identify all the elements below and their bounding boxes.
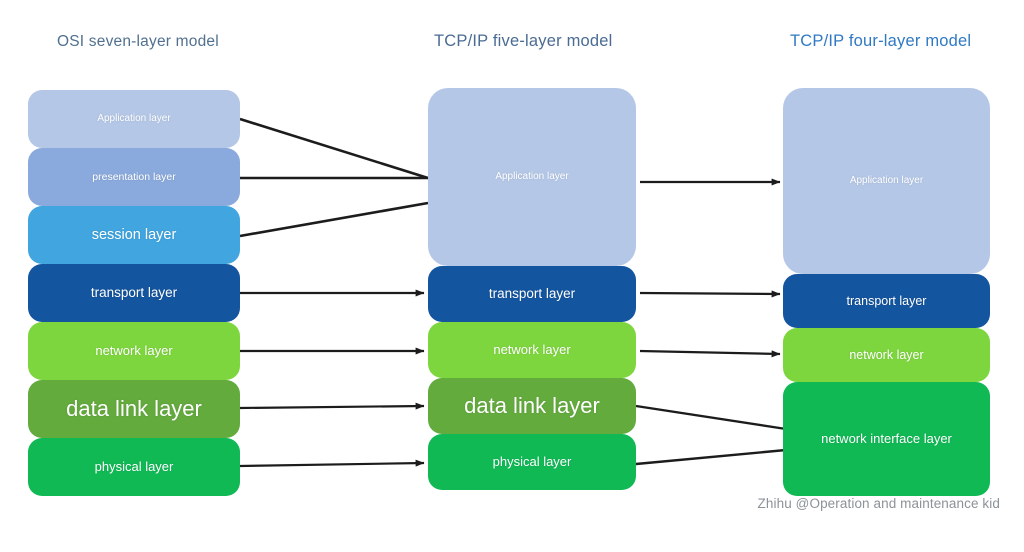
four-layer-network-interface[interactable]: network interface layer <box>783 382 990 496</box>
connector-five-transport-to-four-transport <box>639 290 781 298</box>
osi-layer-network[interactable]: network layer <box>28 322 240 380</box>
four-layer-transport[interactable]: transport layer <box>783 274 990 328</box>
column-title-tcpip-four: TCP/IP four-layer model <box>790 32 972 50</box>
connector-osi-application-to-five-application <box>239 117 429 180</box>
layer-label: network layer <box>95 342 173 358</box>
osi-layer-data-link[interactable]: data link layer <box>28 380 240 438</box>
layer-label: transport layer <box>90 285 178 301</box>
osi-layer-transport[interactable]: transport layer <box>28 264 240 322</box>
watermark-credit: Zhihu @Operation and maintenance kid <box>757 496 1000 511</box>
osi-layer-physical[interactable]: physical layer <box>28 438 240 496</box>
layer-label: physical layer <box>492 453 572 469</box>
layer-label: network interface layer <box>821 430 952 446</box>
connector-five-datalink-to-four-network-interface <box>635 404 787 431</box>
connector-osi-physical-to-five-physical <box>239 459 425 468</box>
column-title-osi: OSI seven-layer model <box>57 33 219 50</box>
osi-layer-session[interactable]: session layer <box>28 206 240 264</box>
layer-label: Application layer <box>97 113 171 125</box>
five-layer-application[interactable]: Application layer <box>428 88 636 266</box>
layer-label: transport layer <box>488 286 576 302</box>
diagram-canvas: OSI seven-layer model TCP/IP five-layer … <box>0 0 1024 552</box>
column-title-tcpip-five: TCP/IP five-layer model <box>434 32 613 50</box>
layer-label: network layer <box>849 347 924 362</box>
connector-osi-datalink-to-five-datalink <box>239 402 425 410</box>
connector-five-network-to-four-network <box>639 349 781 358</box>
layer-label: presentation layer <box>92 170 176 183</box>
layer-label: Application layer <box>495 171 569 183</box>
connector-osi-session-to-five-application <box>239 201 429 238</box>
five-layer-network[interactable]: network layer <box>428 322 636 378</box>
five-layer-transport[interactable]: transport layer <box>428 266 636 322</box>
layer-label: transport layer <box>846 293 927 308</box>
layer-label: Application layer <box>849 175 924 187</box>
layer-label: data link layer <box>66 396 202 422</box>
layer-label: network layer <box>493 341 571 357</box>
four-layer-application[interactable]: Application layer <box>783 88 990 274</box>
five-layer-data-link[interactable]: data link layer <box>428 378 636 434</box>
layer-label: session layer <box>91 226 177 243</box>
five-layer-physical[interactable]: physical layer <box>428 434 636 490</box>
layer-label: physical layer <box>94 458 174 474</box>
osi-layer-application[interactable]: Application layer <box>28 90 240 148</box>
connector-five-physical-to-four-network-interface <box>635 448 787 466</box>
four-layer-network[interactable]: network layer <box>783 328 990 382</box>
layer-label: data link layer <box>464 393 600 419</box>
osi-layer-presentation[interactable]: presentation layer <box>28 148 240 206</box>
